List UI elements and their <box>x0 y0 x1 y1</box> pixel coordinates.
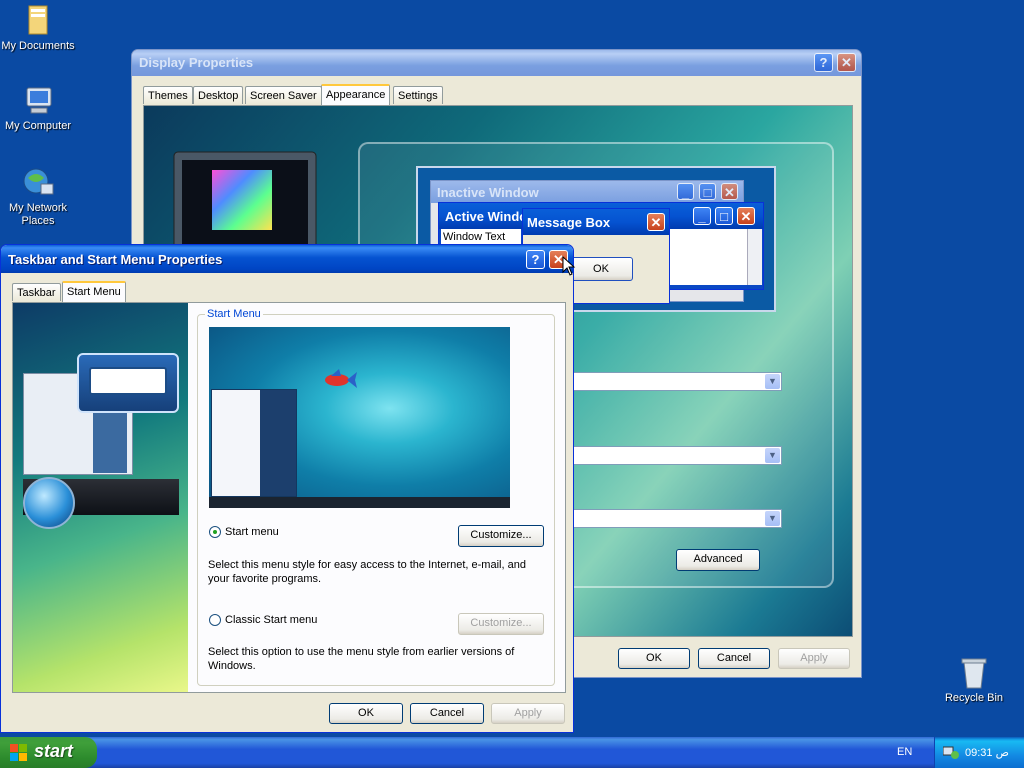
maximize-icon: □ <box>699 183 716 200</box>
monitor-image <box>172 150 318 250</box>
groupbox-label: Start Menu <box>205 308 263 320</box>
start-menu-option-label[interactable]: Start menu <box>225 526 279 538</box>
preview-taskbar-graphic <box>209 497 510 508</box>
desktop-icon-label: My Documents <box>1 40 75 52</box>
chevron-down-icon: ▼ <box>765 511 780 526</box>
system-tray: 09:31 ص <box>934 737 1024 768</box>
clock[interactable]: 09:31 ص <box>965 746 1009 759</box>
desktop-icon-recycle-bin[interactable]: Recycle Bin <box>934 656 1014 705</box>
close-button[interactable]: ✕ <box>837 53 856 72</box>
apply-button[interactable]: Apply <box>778 648 850 669</box>
language-indicator[interactable]: EN <box>897 746 912 758</box>
tab-themes[interactable]: Themes <box>143 86 193 104</box>
network-tray-icon[interactable] <box>942 745 959 759</box>
network-icon <box>21 166 55 200</box>
color-scheme-dropdown[interactable]: ▼ <box>562 446 782 465</box>
desktop-icon-label: My Network Places <box>8 202 68 227</box>
advanced-button[interactable]: Advanced <box>676 549 760 571</box>
start-button[interactable]: start <box>0 737 97 768</box>
close-icon: ✕ <box>647 213 665 231</box>
computer-icon <box>21 84 55 118</box>
desktop-icon-label: Recycle Bin <box>944 692 1004 704</box>
preview-listbox <box>669 229 762 285</box>
preview-ok-button: OK <box>569 257 633 281</box>
title-bar[interactable]: Taskbar and Start Menu Properties ? ✕ <box>1 245 573 273</box>
windows-orb-icon <box>23 477 75 529</box>
start-menu-groupbox: Start Menu Start menu Customize... Selec… <box>197 308 555 686</box>
classic-option-label[interactable]: Classic Start menu <box>225 614 317 626</box>
folder-icon <box>21 4 55 38</box>
preview-menu-graphic <box>211 389 297 497</box>
desktop-icon-my-computer[interactable]: My Computer <box>0 84 78 133</box>
preview-message-title: Message Box <box>527 215 611 230</box>
preview-scrollbar <box>747 229 762 285</box>
windows-flag-icon <box>10 744 28 762</box>
tab-strip: Themes Desktop Screen Saver Appearance S… <box>143 84 843 106</box>
title-bar[interactable]: Display Properties ? ✕ <box>132 50 861 76</box>
apply-button[interactable]: Apply <box>491 703 565 724</box>
desktop-icon-label: My Computer <box>4 120 72 132</box>
start-menu-preview <box>209 327 510 508</box>
mouse-cursor-icon <box>562 255 576 276</box>
tab-desktop[interactable]: Desktop <box>193 86 244 104</box>
desktop-icon-my-documents[interactable]: My Documents <box>0 4 78 53</box>
close-icon: ✕ <box>721 183 738 200</box>
start-menu-description: Select this menu style for easy access t… <box>208 559 526 585</box>
recycle-bin-icon <box>957 656 991 690</box>
minimize-icon: _ <box>677 183 694 200</box>
start-menu-radio[interactable] <box>209 526 221 538</box>
start-menu-illustration <box>13 303 188 692</box>
minimize-icon: _ <box>693 207 711 225</box>
taskbar-properties-window: Taskbar and Start Menu Properties ? ✕ Ta… <box>0 244 574 733</box>
tab-screen-saver[interactable]: Screen Saver <box>245 86 322 104</box>
window-title: Display Properties <box>139 55 254 70</box>
desktop-icon-network-places[interactable]: My Network Places <box>0 166 78 228</box>
cancel-button[interactable]: Cancel <box>698 648 770 669</box>
start-label: start <box>34 741 74 761</box>
tab-appearance[interactable]: Appearance <box>321 84 391 105</box>
chevron-down-icon: ▼ <box>765 374 780 389</box>
taskbar: start EN 09:31 ص <box>0 737 1024 768</box>
classic-description: Select this option to use the menu style… <box>208 646 515 672</box>
ok-button[interactable]: OK <box>618 648 690 669</box>
menu-panel-right-graphic <box>93 411 127 473</box>
cancel-button[interactable]: Cancel <box>410 703 484 724</box>
tab-start-menu[interactable]: Start Menu <box>62 281 126 302</box>
font-size-dropdown[interactable]: ▼ <box>562 509 782 528</box>
classic-start-menu-radio[interactable] <box>209 614 221 626</box>
window-title: Taskbar and Start Menu Properties <box>8 252 223 267</box>
tab-panel: Start Menu Start menu Customize... Selec… <box>12 302 566 693</box>
tab-settings[interactable]: Settings <box>393 86 443 104</box>
tab-strip: Taskbar Start Menu <box>12 281 312 303</box>
customize-button[interactable]: Customize... <box>458 525 544 547</box>
preview-inactive-title: Inactive Window <box>437 185 539 200</box>
classic-customize-button[interactable]: Customize... <box>458 613 544 635</box>
chevron-down-icon: ▼ <box>765 448 780 463</box>
help-button[interactable]: ? <box>526 250 545 269</box>
close-icon: ✕ <box>737 207 755 225</box>
tab-taskbar[interactable]: Taskbar <box>12 283 61 301</box>
windows-and-buttons-dropdown[interactable]: ▼ <box>562 372 782 391</box>
maximize-icon: □ <box>715 207 733 225</box>
fish-icon <box>321 369 357 391</box>
help-button[interactable]: ? <box>814 53 833 72</box>
monitor-frame-graphic <box>77 353 179 413</box>
ok-button[interactable]: OK <box>329 703 403 724</box>
